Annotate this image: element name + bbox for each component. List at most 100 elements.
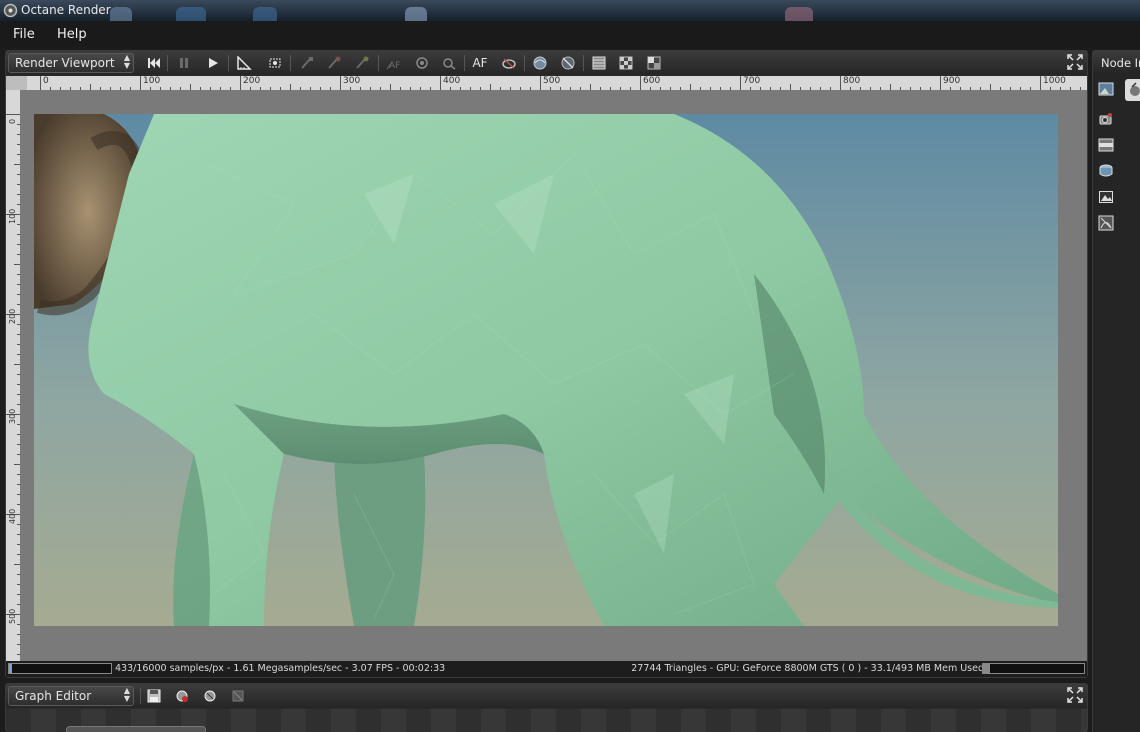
region-render-icon (502, 58, 516, 69)
alpha-bg-icon (647, 56, 661, 70)
dropdown-arrows-icon: ▲ ▼ (123, 53, 130, 70)
render-viewport-dropdown[interactable]: Render Viewport ▲ ▼ (8, 53, 134, 73)
checker-background-button[interactable] (615, 53, 637, 73)
lock-region-icon (561, 56, 575, 70)
ruler-label: 100 (8, 208, 17, 224)
background-window-icon (176, 7, 206, 21)
svg-text:AF: AF (389, 61, 400, 70)
pick-white-point-button[interactable] (438, 53, 460, 73)
toolbar-separator (524, 55, 525, 71)
ruler-tick (640, 76, 641, 90)
restart-icon (148, 58, 160, 68)
region-render-button[interactable] (498, 53, 520, 73)
background-icon (592, 56, 606, 70)
ruler-label: 400 (443, 76, 461, 86)
pause-icon (180, 58, 188, 68)
pick-autofocus-button[interactable]: AF (383, 53, 405, 73)
ruler-label: 300 (8, 408, 17, 424)
graph-editor-dropdown-label: Graph Editor (15, 689, 92, 703)
node-inspector-panel: Node Ins (1092, 50, 1140, 732)
camera-settings-icon[interactable] (1098, 111, 1114, 127)
ruler-label: 200 (243, 76, 261, 86)
ruler-label: 1000 (1043, 76, 1066, 86)
ruler-label: 800 (843, 76, 861, 86)
ruler-label: 700 (743, 76, 761, 86)
refresh-icon (204, 690, 216, 702)
measure-button[interactable] (233, 53, 255, 73)
graph-editor-panel: Graph Editor ▲ ▼ (5, 683, 1088, 732)
window-title: Octane Render (21, 3, 111, 17)
load-graph-button[interactable] (171, 686, 193, 706)
pick-object-icon (356, 56, 369, 69)
ruler-tick (1040, 76, 1041, 90)
octane-render-window: Octane Render File Help Render Viewport … (0, 0, 1140, 732)
restart-render-button[interactable] (143, 53, 165, 73)
graph-node[interactable] (66, 726, 206, 732)
render-status-bar: 433/16000 samples/px - 1.61 Megasamples/… (6, 661, 1087, 677)
graph-editor-dropdown[interactable]: Graph Editor ▲ ▼ (8, 686, 134, 706)
gpu-stats-text: 27744 Triangles - GPU: GeForce 8800M GTS… (631, 663, 984, 674)
start-render-button[interactable] (202, 53, 224, 73)
save-graph-button[interactable] (143, 686, 165, 706)
pick-focus-icon (301, 57, 313, 69)
ruler-tick (340, 76, 341, 90)
render-viewport-dropdown-label: Render Viewport (15, 56, 115, 70)
ruler-vertical: 0 100 200 300 400 500 (6, 90, 20, 668)
render-canvas[interactable] (20, 90, 1087, 668)
node-inspector-header: Node Ins (1093, 51, 1140, 73)
menu-file[interactable]: File (13, 27, 35, 42)
menu-help[interactable]: Help (57, 27, 87, 42)
background-button[interactable] (588, 53, 610, 73)
environment-icon[interactable] (1098, 189, 1114, 205)
dropdown-arrows-icon: ▲ ▼ (123, 686, 130, 703)
render-image (34, 114, 1058, 626)
ruler-label: 0 (43, 76, 49, 86)
node-inspector-title: Node Ins (1101, 56, 1140, 70)
toolbar-separator (378, 55, 379, 71)
graph-editor-toolbar: Graph Editor ▲ ▼ (6, 684, 1087, 708)
load-icon (176, 690, 188, 702)
lock-region-button[interactable] (557, 53, 579, 73)
ruler-tick (440, 76, 441, 90)
zoom-fit-icon (269, 58, 281, 68)
material-tab-button[interactable] (1125, 79, 1140, 101)
graph-editor-canvas[interactable] (6, 709, 1087, 732)
octane-logo-icon (3, 3, 18, 18)
ruler-tick (940, 76, 941, 90)
maximize-icon[interactable] (1067, 54, 1083, 70)
maximize-icon[interactable] (1067, 687, 1083, 703)
pick-focus-button[interactable] (296, 53, 318, 73)
delete-node-button[interactable] (227, 686, 249, 706)
ruler-tick (140, 76, 141, 90)
render-target-icon[interactable] (1098, 163, 1114, 179)
autofocus-button[interactable]: AF (469, 53, 491, 73)
ruler-label: 0 (8, 118, 17, 124)
pick-white-icon (443, 58, 456, 70)
refresh-graph-button[interactable] (199, 686, 221, 706)
memory-usage-fill (983, 664, 990, 673)
clay-render-button[interactable] (529, 53, 551, 73)
pick-material-button[interactable] (323, 53, 345, 73)
toolbar-separator (228, 55, 229, 71)
ruler-label: 400 (8, 508, 17, 524)
ruler-label: 900 (943, 76, 961, 86)
ruler-label: 500 (8, 608, 17, 624)
preview-image-icon[interactable] (1098, 81, 1114, 97)
alpha-background-button[interactable] (643, 53, 665, 73)
pick-object-button[interactable] (351, 53, 373, 73)
white-balance-button[interactable] (411, 53, 433, 73)
ruler-horizontal: 0 100 200 300 400 500 600 700 800 900 1000 (27, 76, 1087, 90)
play-icon (209, 58, 218, 68)
imager-icon[interactable] (1098, 215, 1114, 231)
render-progress-fill (9, 664, 13, 673)
zoom-fit-button[interactable] (264, 53, 286, 73)
memory-usage-bar (982, 663, 1085, 674)
title-bar: Octane Render (0, 0, 1140, 21)
ruler-tick (840, 76, 841, 90)
pick-material-icon (328, 56, 341, 69)
render-viewport-toolbar: Render Viewport ▲ ▼ AF AF (6, 51, 1087, 75)
background-window-icon (253, 7, 277, 21)
pause-render-button[interactable] (173, 53, 195, 73)
ruler-tick (740, 76, 741, 90)
film-settings-icon[interactable] (1098, 137, 1114, 153)
